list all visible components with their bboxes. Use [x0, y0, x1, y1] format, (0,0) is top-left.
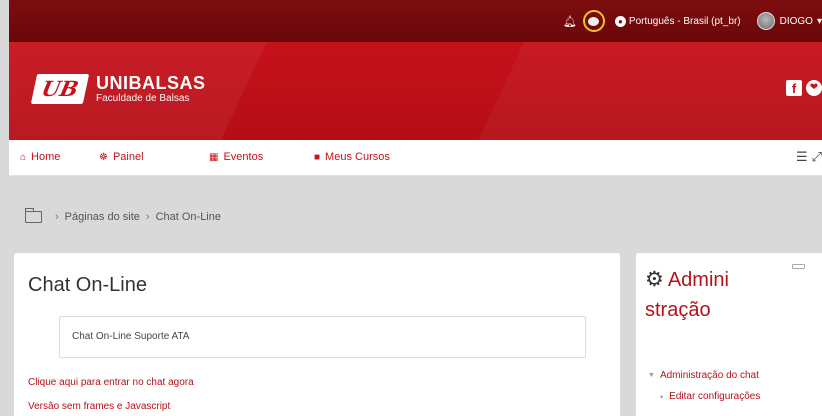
logo-text: UNIBALSAS Faculdade de Balsas [96, 73, 206, 105]
admin-item-label: Administração do chat [659, 370, 759, 381]
calendar-icon: ▦ [209, 151, 219, 163]
administration-title-line1: Admini [667, 269, 729, 291]
administration-block: ⚙ Admini stração ▼ Administração do chat … [636, 253, 822, 416]
chat-bubble-icon [588, 16, 600, 26]
breadcrumb-item-site-pages[interactable]: Páginas do site [65, 211, 140, 223]
breadcrumb: › Páginas do site › Chat On-Line [24, 208, 221, 223]
caret-down-icon: ▼ [648, 372, 655, 379]
nav-item-label: Home [31, 151, 61, 163]
logo-mark: UB [30, 74, 90, 104]
nav-item-label: Meus Cursos [325, 151, 390, 163]
home-icon: ⌂ [20, 151, 27, 163]
facebook-icon[interactable]: f [786, 80, 802, 96]
nav-tools: ☰ ⤢ [796, 149, 822, 165]
social-icon[interactable]: ❤ [806, 80, 822, 96]
administration-title-line2: stração [645, 299, 711, 321]
nav-item-meus-cursos[interactable]: ■ Meus Cursos [314, 151, 390, 163]
collapse-block-icon[interactable] [792, 264, 805, 269]
logo-subtitle: Faculdade de Balsas [96, 93, 190, 104]
globe-icon: ● [614, 15, 626, 27]
language-menu[interactable]: ● Português - Brasil (pt_br) [614, 15, 741, 27]
gear-icon: ⚙ [645, 268, 664, 291]
page-title: Chat On-Line [28, 274, 147, 296]
chevron-down-icon: ▾ [816, 15, 822, 27]
language-label: Português - Brasil (pt_br) [628, 15, 741, 27]
user-menu[interactable]: DIOGO ▾ [756, 12, 822, 30]
breadcrumb-separator: › [55, 211, 59, 223]
admin-item-label: Editar configurações [669, 391, 761, 402]
site-banner: UB UNIBALSAS Faculdade de Balsas f ❤ [9, 42, 822, 140]
site-logo[interactable]: UB UNIBALSAS Faculdade de Balsas [30, 73, 206, 105]
user-name: DIOGO [779, 15, 813, 27]
bell-icon[interactable]: 🔔︎ [563, 15, 577, 28]
dashboard-icon: ☸ [99, 151, 108, 163]
chat-intro-box: Chat On-Line Suporte ATA [59, 316, 586, 358]
administration-title: ⚙ Admini stração [645, 265, 820, 325]
nav-item-label: Painel [112, 151, 144, 163]
enter-chat-link[interactable]: Clique aqui para entrar no chat agora [28, 377, 194, 388]
breadcrumb-separator: › [145, 211, 150, 223]
bullet-icon: • [660, 391, 664, 402]
main-content: Chat On-Line Chat On-Line Suporte ATA Cl… [14, 253, 620, 416]
avatar [756, 12, 775, 30]
logo-name: UNIBALSAS [96, 73, 206, 93]
main-nav: ⌂ Home ☸ Painel ▦ Eventos ■ Meus Cursos … [9, 140, 822, 176]
social-links: f ❤ [786, 80, 822, 96]
expand-icon[interactable]: ⤢ [812, 149, 822, 165]
folder-icon[interactable] [24, 208, 42, 223]
nav-item-eventos[interactable]: ▦ Eventos [209, 151, 263, 163]
nav-item-painel[interactable]: ☸ Painel [99, 151, 144, 163]
nav-item-label: Eventos [223, 151, 264, 163]
briefcase-icon: ■ [314, 151, 321, 163]
nav-item-home[interactable]: ⌂ Home [20, 151, 60, 163]
chat-intro-text: Chat On-Line Suporte ATA [72, 331, 190, 342]
indent-icon[interactable]: ☰ [796, 149, 808, 165]
top-bar-tools: 🔔︎ ● Português - Brasil (pt_br) DIOGO ▾ [563, 10, 822, 32]
breadcrumb-item-current[interactable]: Chat On-Line [156, 211, 221, 223]
no-frames-chat-link[interactable]: Versão sem frames e Javascript [28, 401, 170, 412]
admin-item-edit-settings[interactable]: • Editar configurações [660, 391, 760, 402]
admin-item-chat-admin[interactable]: ▼ Administração do chat [648, 370, 759, 381]
top-bar: 🔔︎ ● Português - Brasil (pt_br) DIOGO ▾ [9, 0, 822, 42]
messages-button[interactable] [582, 10, 605, 32]
